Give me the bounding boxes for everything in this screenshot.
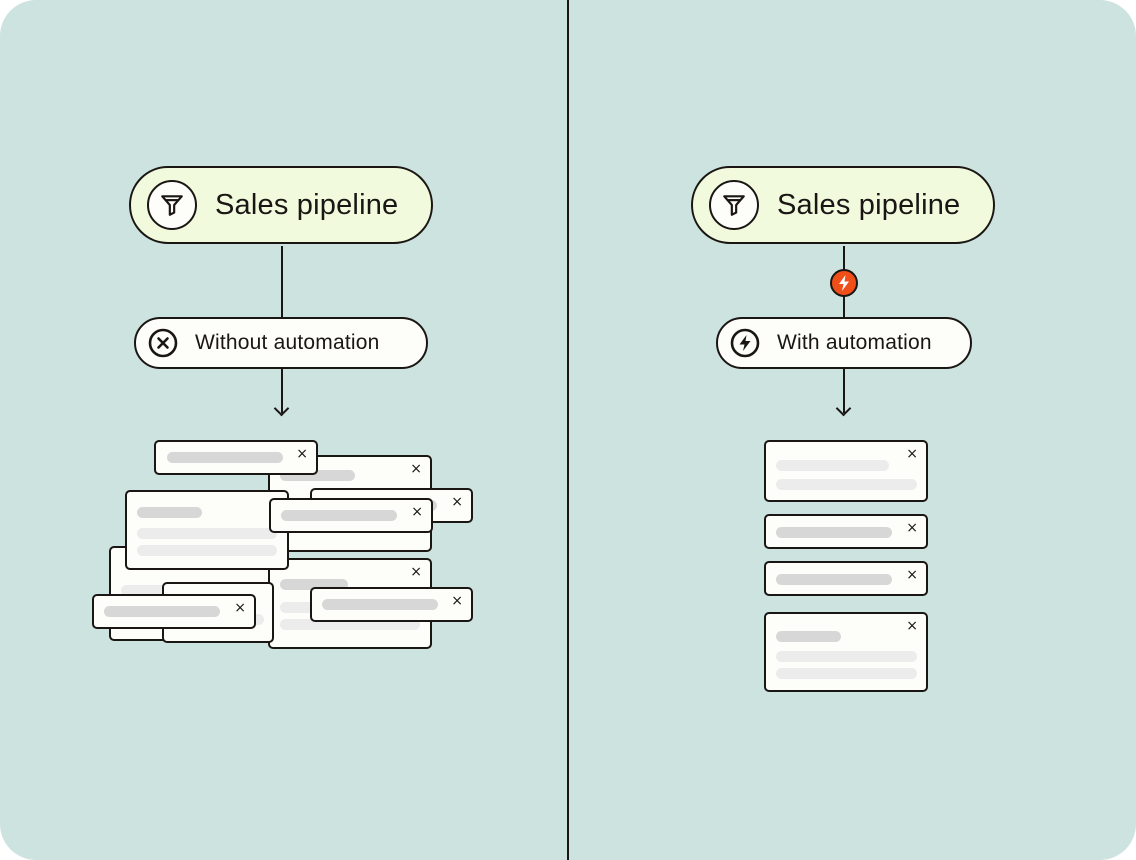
left-step-label: Without automation (195, 331, 380, 354)
close-icon[interactable]: × (451, 594, 463, 608)
right-card: × (764, 514, 928, 549)
right-sales-pipeline-node: Sales pipeline (691, 166, 995, 244)
lightning-bolt-circle-icon (730, 328, 760, 358)
comparison-panel: Sales pipeline Without automation × × × … (0, 0, 1136, 860)
left-without-automation-node: Without automation (134, 317, 428, 369)
close-icon[interactable]: × (411, 505, 423, 519)
x-circle-icon (148, 328, 178, 358)
funnel-icon (147, 180, 197, 230)
left-card (125, 490, 289, 570)
left-connector-1 (281, 246, 283, 318)
left-arrow-down-icon (273, 400, 290, 417)
close-icon[interactable]: × (906, 521, 918, 535)
left-sales-pipeline-node: Sales pipeline (129, 166, 433, 244)
right-arrow-down-icon (835, 400, 852, 417)
close-icon[interactable]: × (410, 462, 422, 476)
right-with-automation-node: With automation (716, 317, 972, 369)
left-card: × (92, 594, 256, 629)
divider (567, 0, 569, 860)
close-icon[interactable]: × (906, 568, 918, 582)
left-card: × (310, 587, 473, 622)
left-card: × (154, 440, 318, 475)
funnel-icon (709, 180, 759, 230)
close-icon[interactable]: × (906, 447, 918, 461)
left-title: Sales pipeline (215, 188, 399, 221)
right-card: × (764, 440, 928, 502)
right-title: Sales pipeline (777, 188, 961, 221)
lightning-bolt-icon (830, 269, 858, 297)
right-card: × (764, 612, 928, 692)
right-card: × (764, 561, 928, 596)
close-icon[interactable]: × (296, 447, 308, 461)
close-icon[interactable]: × (906, 619, 918, 633)
close-icon[interactable]: × (451, 495, 463, 509)
left-card: × (269, 498, 433, 533)
close-icon[interactable]: × (410, 565, 422, 579)
close-icon[interactable]: × (234, 601, 246, 615)
right-step-label: With automation (777, 331, 932, 354)
